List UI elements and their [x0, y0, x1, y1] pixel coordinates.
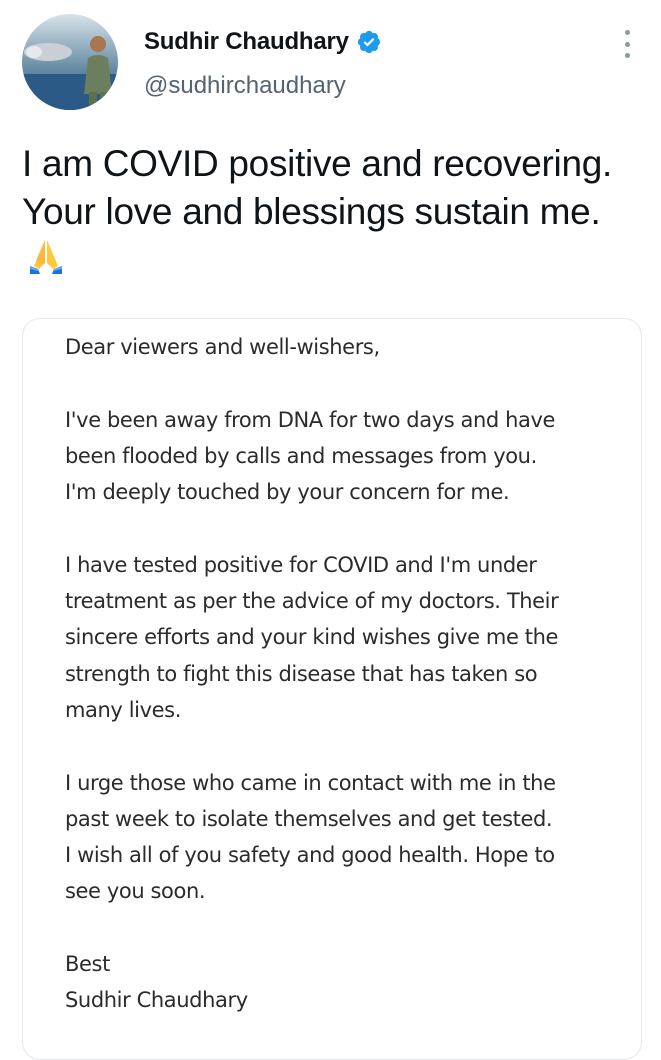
author-display-name[interactable]: Sudhir Chaudhary — [144, 28, 349, 56]
letter-line: sincere efforts and your kind wishes giv… — [65, 625, 559, 650]
letter-line: I wish all of you safety and good health… — [65, 843, 555, 868]
tweet-text: I am COVID positive and recovering. Your… — [22, 140, 622, 284]
author-handle[interactable]: @sudhirchaudhary — [144, 72, 382, 100]
letter-signature: Sudhir Chaudhary — [65, 988, 248, 1013]
more-options-icon[interactable] — [617, 26, 637, 62]
letter-closing: Best — [65, 952, 110, 977]
tweet-body: I am COVID positive and recovering. Your… — [22, 143, 612, 232]
letter-text: Dear viewers and well-wishers, I've been… — [65, 329, 635, 1019]
letter-line: past week to isolate themselves and get … — [65, 806, 553, 831]
letter-greeting: Dear viewers and well-wishers, — [65, 335, 380, 359]
letter-line: see you soon. — [65, 879, 206, 904]
avatar[interactable] — [22, 14, 118, 110]
avatar-photo — [22, 14, 118, 110]
folded-hands-icon — [26, 236, 66, 276]
letter-line: I'm deeply touched by your concern for m… — [65, 480, 510, 505]
tweet-card: Sudhir Chaudhary @sudhirchaudhary I am C… — [0, 0, 661, 1060]
verified-badge-icon — [356, 29, 382, 55]
letter-line: I've been away from DNA for two days and… — [65, 407, 556, 432]
letter-line: treatment as per the advice of my doctor… — [65, 589, 559, 614]
letter-line: strength to fight this disease that has … — [65, 661, 538, 686]
letter-line: I urge those who came in contact with me… — [65, 770, 556, 795]
letter-line: I have tested positive for COVID and I'm… — [65, 552, 537, 577]
letter-line: been flooded by calls and messages from … — [65, 443, 537, 468]
author-block: Sudhir Chaudhary @sudhirchaudhary — [144, 26, 382, 100]
attached-image[interactable]: Dear viewers and well-wishers, I've been… — [22, 318, 642, 1060]
letter-line: many lives. — [65, 697, 181, 722]
